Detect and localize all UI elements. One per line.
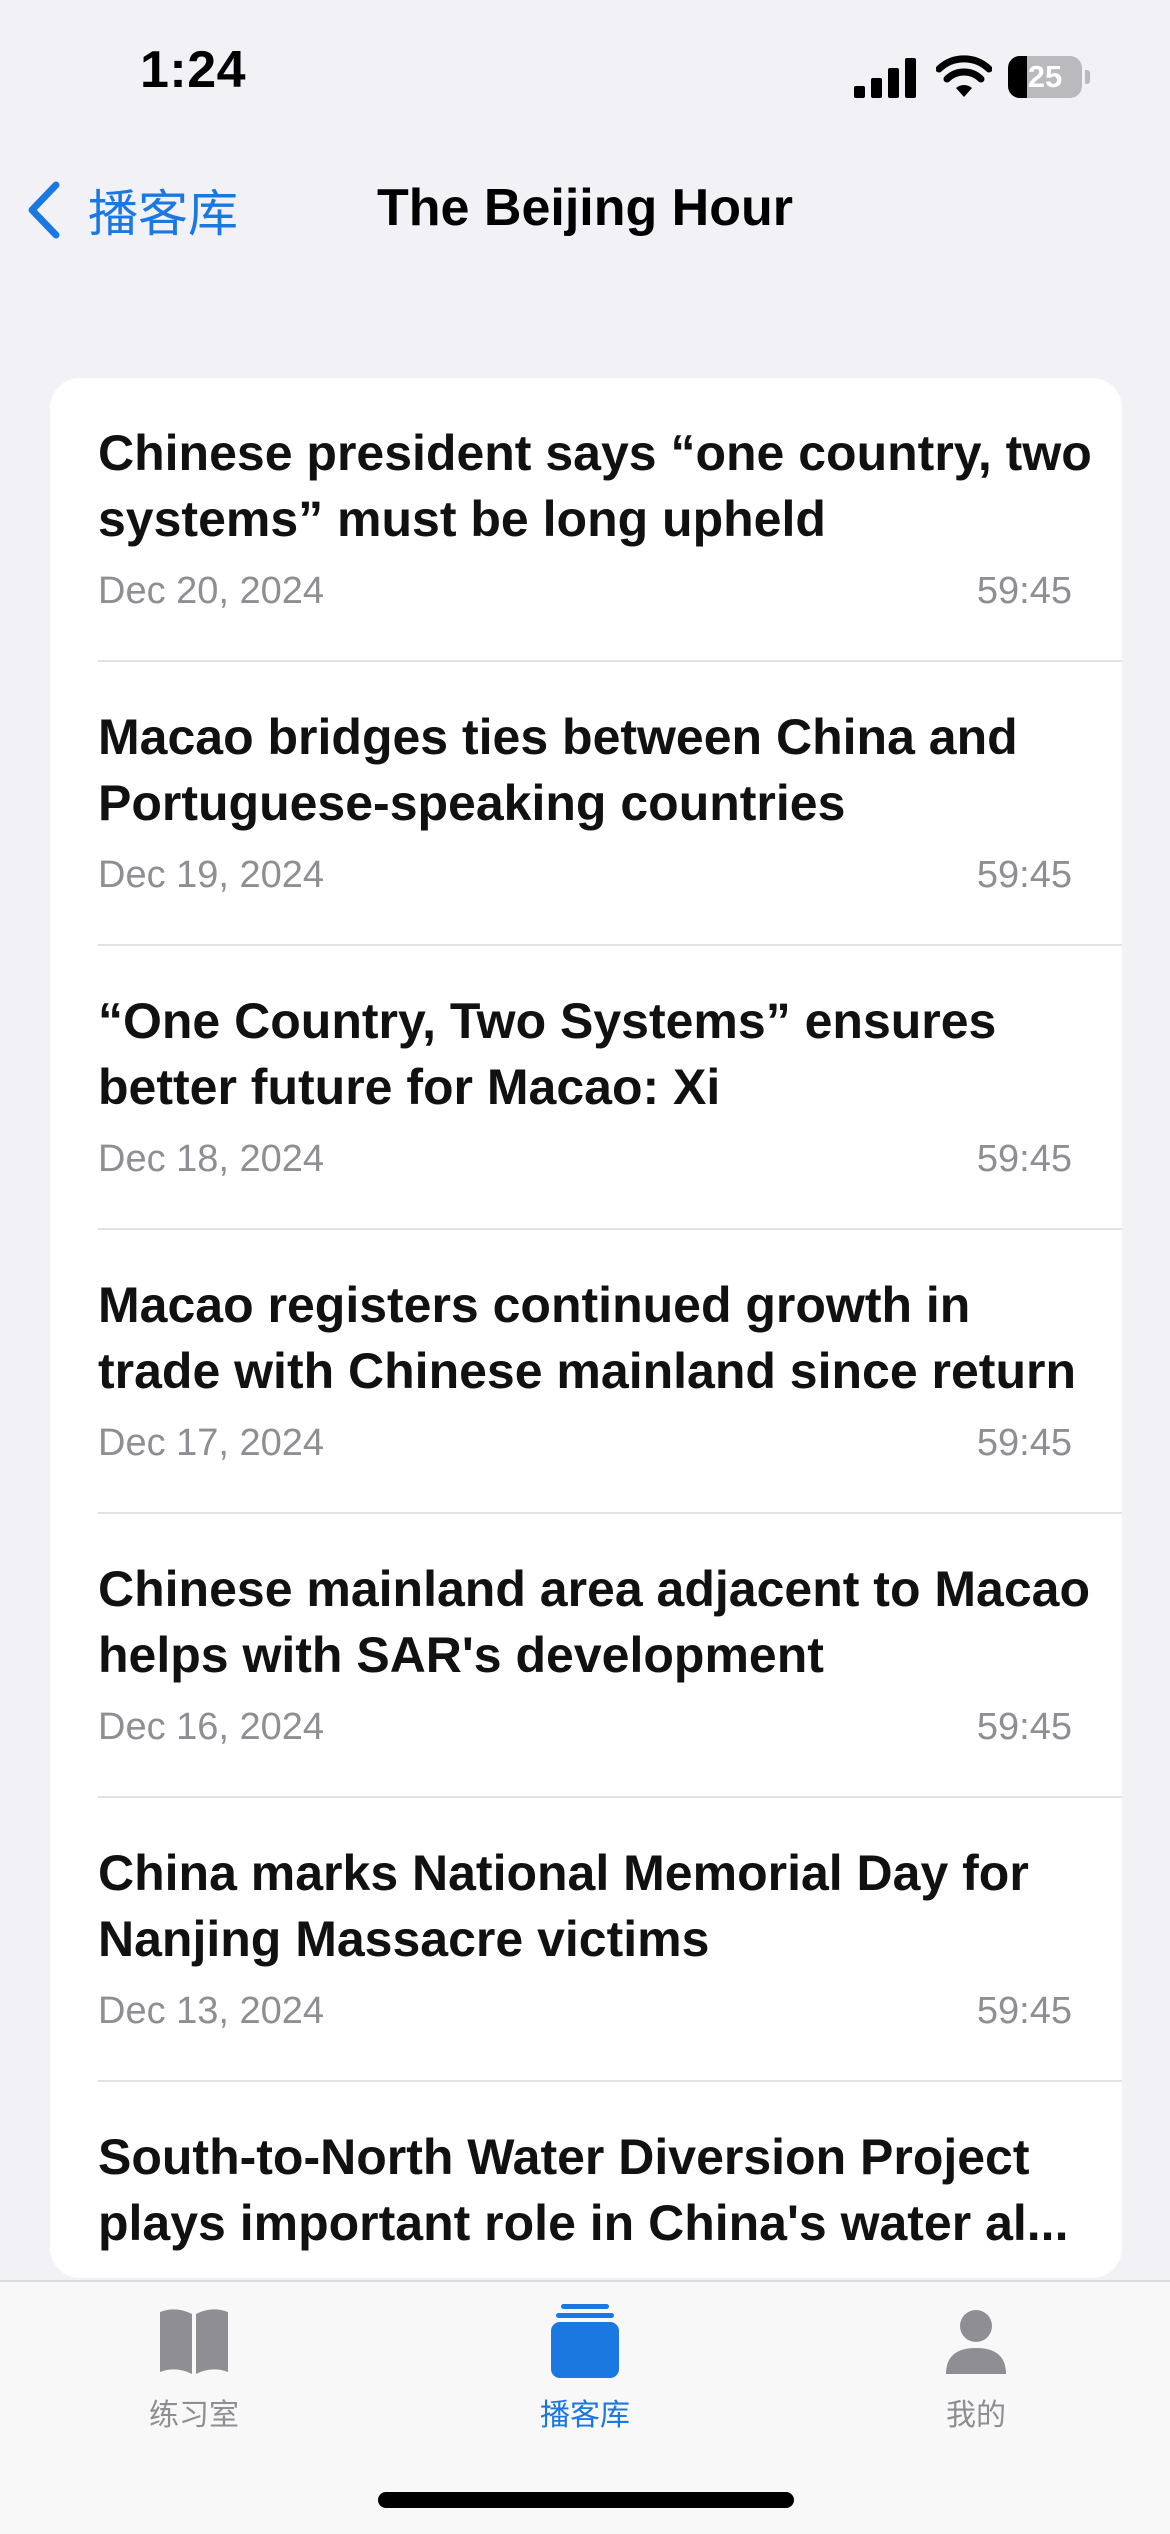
- episode-duration: 59:45: [976, 570, 1072, 612]
- tab-label: 我的: [946, 2399, 1006, 2432]
- person-icon: [946, 2310, 1006, 2374]
- episode-duration: 59:45: [976, 1422, 1072, 1464]
- episode-duration: 59:45: [976, 1990, 1072, 2032]
- episode-duration: 59:45: [976, 1138, 1072, 1180]
- home-indicator[interactable]: [378, 2492, 794, 2508]
- cellular-signal-icon: [854, 58, 916, 98]
- episode-row[interactable]: Macao registers continued growth in trad…: [50, 1230, 1122, 1514]
- library-icon: [551, 2304, 619, 2378]
- navigation-bar: 播客库 The Beijing Hour: [0, 160, 1170, 260]
- book-icon: [160, 2309, 228, 2374]
- wifi-icon: [936, 55, 992, 97]
- episode-duration: 59:45: [976, 854, 1072, 896]
- episode-date: Dec 17, 2024: [98, 1422, 325, 1464]
- episode-title: South-to-North Water Diversion Project p…: [98, 2129, 1069, 2251]
- episode-date: Dec 13, 2024: [98, 1990, 325, 2032]
- episode-date: Dec 18, 2024: [98, 1138, 325, 1180]
- episode-title: Chinese president says “one country, two…: [98, 425, 1092, 547]
- battery-percent: 25: [1027, 59, 1063, 94]
- episode-row[interactable]: “One Country, Two Systems” ensures bette…: [50, 946, 1122, 1230]
- episode-list: Chinese president says “one country, two…: [50, 378, 1122, 2278]
- episode-date: Dec 20, 2024: [98, 570, 325, 612]
- tab-practice-room[interactable]: 练习室: [44, 2282, 344, 2452]
- episode-title: “One Country, Two Systems” ensures bette…: [98, 993, 997, 1115]
- status-bar: 1:24 25: [0, 0, 1170, 150]
- episode-title: China marks National Memorial Day for Na…: [98, 1845, 1029, 1967]
- episode-row[interactable]: Chinese president says “one country, two…: [50, 378, 1122, 662]
- tab-label: 练习室: [149, 2399, 239, 2432]
- episode-row[interactable]: South-to-North Water Diversion Project p…: [50, 2082, 1122, 2278]
- episode-row[interactable]: China marks National Memorial Day for Na…: [50, 1798, 1122, 2082]
- status-time: 1:24: [140, 41, 247, 99]
- episode-title: Chinese mainland area adjacent to Macao …: [98, 1561, 1090, 1683]
- episode-row[interactable]: Macao bridges ties between China and Por…: [50, 662, 1122, 946]
- episode-title: Macao registers continued growth in trad…: [98, 1277, 1077, 1399]
- tab-label: 播客库: [540, 2399, 630, 2432]
- episode-row[interactable]: Chinese mainland area adjacent to Macao …: [50, 1514, 1122, 1798]
- episode-duration: 59:45: [976, 1706, 1072, 1748]
- episode-date: Dec 19, 2024: [98, 854, 325, 896]
- tab-me[interactable]: 我的: [826, 2282, 1126, 2452]
- episode-title: Macao bridges ties between China and Por…: [98, 709, 1018, 831]
- episode-date: Dec 16, 2024: [98, 1706, 325, 1748]
- battery-icon: 25: [1008, 56, 1090, 98]
- tab-podcast-library[interactable]: 播客库: [435, 2282, 735, 2452]
- page-title: The Beijing Hour: [377, 179, 793, 237]
- tab-bar: 练习室 播客库 我的: [0, 2280, 1170, 2534]
